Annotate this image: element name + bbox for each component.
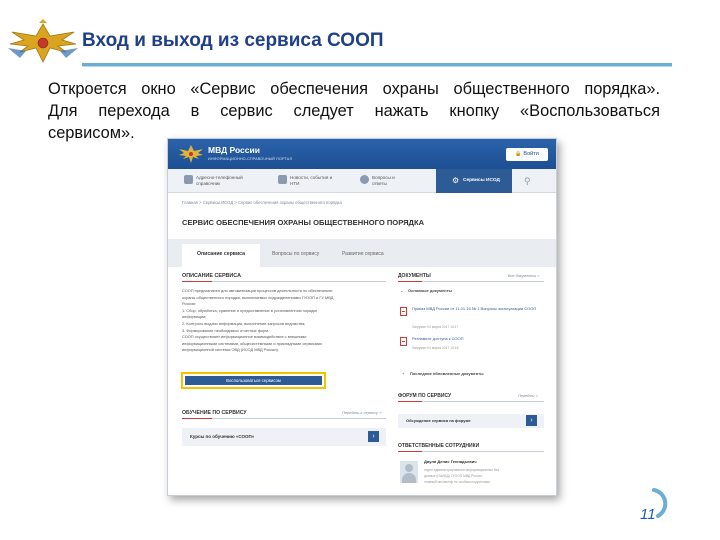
documents-heading: ДОКУМЕНТЫ	[398, 273, 431, 279]
nav-item-label: Сервисы ИСОД	[463, 178, 500, 183]
instruction-line-1: Откроется окно «Сервис обеспечения охран…	[48, 80, 660, 98]
description-line: охраны общественного порядка, выполняемы…	[182, 294, 334, 300]
pdf-icon	[400, 337, 407, 346]
staff-role: данных (ОАИБД) ГУООП МВД России	[424, 474, 482, 478]
login-button[interactable]: 🔒 Войти	[506, 148, 548, 161]
nav-item-qa[interactable]: Вопросы и ответы	[360, 169, 430, 193]
staff-role: главный инспектор по особым поручениям	[424, 480, 490, 484]
instruction-text: Откроется окно «Сервис обеспечения охран…	[48, 78, 660, 144]
instruction-line-2: Для перехода в сервис следует нажать кно…	[48, 102, 660, 120]
nav-item-label: Новости, события и НТИ	[290, 175, 333, 186]
chevron-right-icon[interactable]: ›	[368, 431, 379, 442]
description-line: информации;	[182, 314, 207, 320]
slide-title: Вход и выход из сервиса СООП	[82, 30, 384, 51]
page-number: 11	[640, 506, 656, 523]
all-documents-link[interactable]: Все документы >	[508, 274, 540, 278]
description-heading: ОПИСАНИЕ СЕРВИСА	[182, 273, 241, 279]
tab-questions[interactable]: Вопросы по сервису	[272, 247, 319, 267]
nav-item-label: Адресно-телефонный справочник	[196, 175, 243, 186]
login-label: Войти	[523, 151, 539, 157]
document-link[interactable]: Регламент доступа к СООП	[412, 336, 542, 341]
portal-brand: МВД России	[208, 145, 260, 155]
course-row[interactable]: Курсы по обучению «СООП» ›	[182, 428, 386, 446]
forum-heading: ФОРУМ ПО СЕРВИСУ	[398, 393, 452, 399]
news-icon	[278, 175, 287, 184]
portal-header: МВД России ИНФОРМАЦИОННО-СПРАВОЧНЫЙ ПОРТ…	[168, 139, 556, 169]
search-icon[interactable]: ⚲	[524, 176, 534, 186]
breadcrumb[interactable]: Главная > Сервисы ИСОД > Сервис обеспече…	[182, 200, 342, 205]
document-date: Загружен 04 марта 2017 10:18	[412, 346, 459, 350]
gear-icon: ⚙	[452, 176, 460, 185]
divider-accent	[398, 281, 422, 282]
portal-nav: Адресно-телефонный справочник Новости, с…	[168, 169, 556, 193]
tab-description[interactable]: Описание сервиса	[182, 244, 260, 267]
description-text: СООП предназначен для автоматизации проц…	[182, 288, 382, 354]
staff-heading: ОТВЕТСТВЕННЫЕ СОТРУДНИКИ	[398, 443, 480, 449]
description-line: информационной системы ОВД (ИСОД МВД Рос…	[182, 347, 279, 353]
description-line: информационными системами, общесистемным…	[182, 340, 322, 346]
description-line: 2. Контроль выдачи информации, выполнени…	[182, 320, 306, 326]
description-line: СООП осуществляет информационное взаимод…	[182, 334, 307, 340]
document-link[interactable]: Приказ МВД России от 11.01.16 № 1 Вопрос…	[412, 306, 542, 311]
pdf-icon	[400, 307, 407, 316]
page-title: СЕРВИС ОБЕСПЕЧЕНИЯ ОХРАНЫ ОБЩЕСТВЕННОГО …	[182, 218, 425, 227]
learning-heading: ОБУЧЕНИЕ ПО СЕРВИСУ	[182, 410, 247, 416]
chevron-right-icon[interactable]: ›	[526, 415, 537, 426]
divider-accent	[182, 281, 212, 282]
avatar	[400, 461, 418, 483]
forum-label: Обсуждение сервиса на форуме	[406, 418, 471, 423]
nav-item-phonebook[interactable]: Адресно-телефонный справочник	[184, 169, 264, 193]
chevron-down-icon[interactable]: ⌄	[400, 288, 403, 293]
phonebook-icon	[184, 175, 193, 184]
use-service-button[interactable]: Воспользоваться сервисом	[185, 376, 322, 385]
portal-screenshot: МВД России ИНФОРМАЦИОННО-СПРАВОЧНЫЙ ПОРТ…	[167, 138, 557, 496]
learning-link[interactable]: Перейти к сервису >	[342, 410, 382, 415]
divider	[182, 418, 386, 419]
recent-documents-toggle[interactable]: Последние обновленные документы	[410, 371, 484, 376]
lock-icon: 🔒	[515, 151, 522, 157]
nav-item-services-active[interactable]: ⚙ Сервисы ИСОД	[436, 169, 512, 193]
document-date: Загружен 04 марта 2017 10:17	[412, 325, 459, 329]
slide: Вход и выход из сервиса СООП Откроется о…	[0, 0, 720, 540]
qa-icon	[360, 175, 369, 184]
divider-accent	[182, 418, 212, 419]
description-line: России:	[182, 301, 196, 307]
description-line: СООП предназначен для автоматизации проц…	[182, 288, 333, 293]
description-line: 1. Сбор, обработка, хранение и предостав…	[182, 307, 318, 313]
portal-eagle-icon	[179, 145, 203, 163]
divider-accent	[398, 451, 422, 452]
main-documents-toggle[interactable]: Основные документы	[408, 288, 452, 293]
tab-development[interactable]: Развитие сервиса	[342, 247, 384, 267]
nav-item-news[interactable]: Новости, события и НТИ	[278, 169, 348, 193]
use-service-highlight: Воспользоваться сервисом	[181, 372, 326, 389]
tab-bar: Описание сервиса Вопросы по сервису Разв…	[168, 239, 556, 267]
mvd-eagle-emblem-icon	[8, 19, 78, 63]
staff-name: Двуля Денис Геннадьевич	[424, 459, 477, 464]
plus-icon[interactable]: +	[402, 371, 404, 376]
portal-brand-subtitle: ИНФОРМАЦИОННО-СПРАВОЧНЫЙ ПОРТАЛ	[208, 157, 293, 161]
forum-link[interactable]: Перейти >	[518, 394, 538, 398]
title-divider-light	[82, 66, 672, 67]
staff-role: отдел администрирования информационных б…	[424, 468, 499, 472]
nav-item-label: Вопросы и ответы	[372, 175, 395, 186]
divider	[182, 281, 386, 282]
divider-accent	[398, 401, 422, 402]
description-line: 3. Формирование необходимых отчетных фор…	[182, 327, 269, 333]
forum-row[interactable]: Обсуждение сервиса на форуме ›	[398, 414, 544, 428]
course-label: Курсы по обучению «СООП»	[190, 434, 255, 439]
